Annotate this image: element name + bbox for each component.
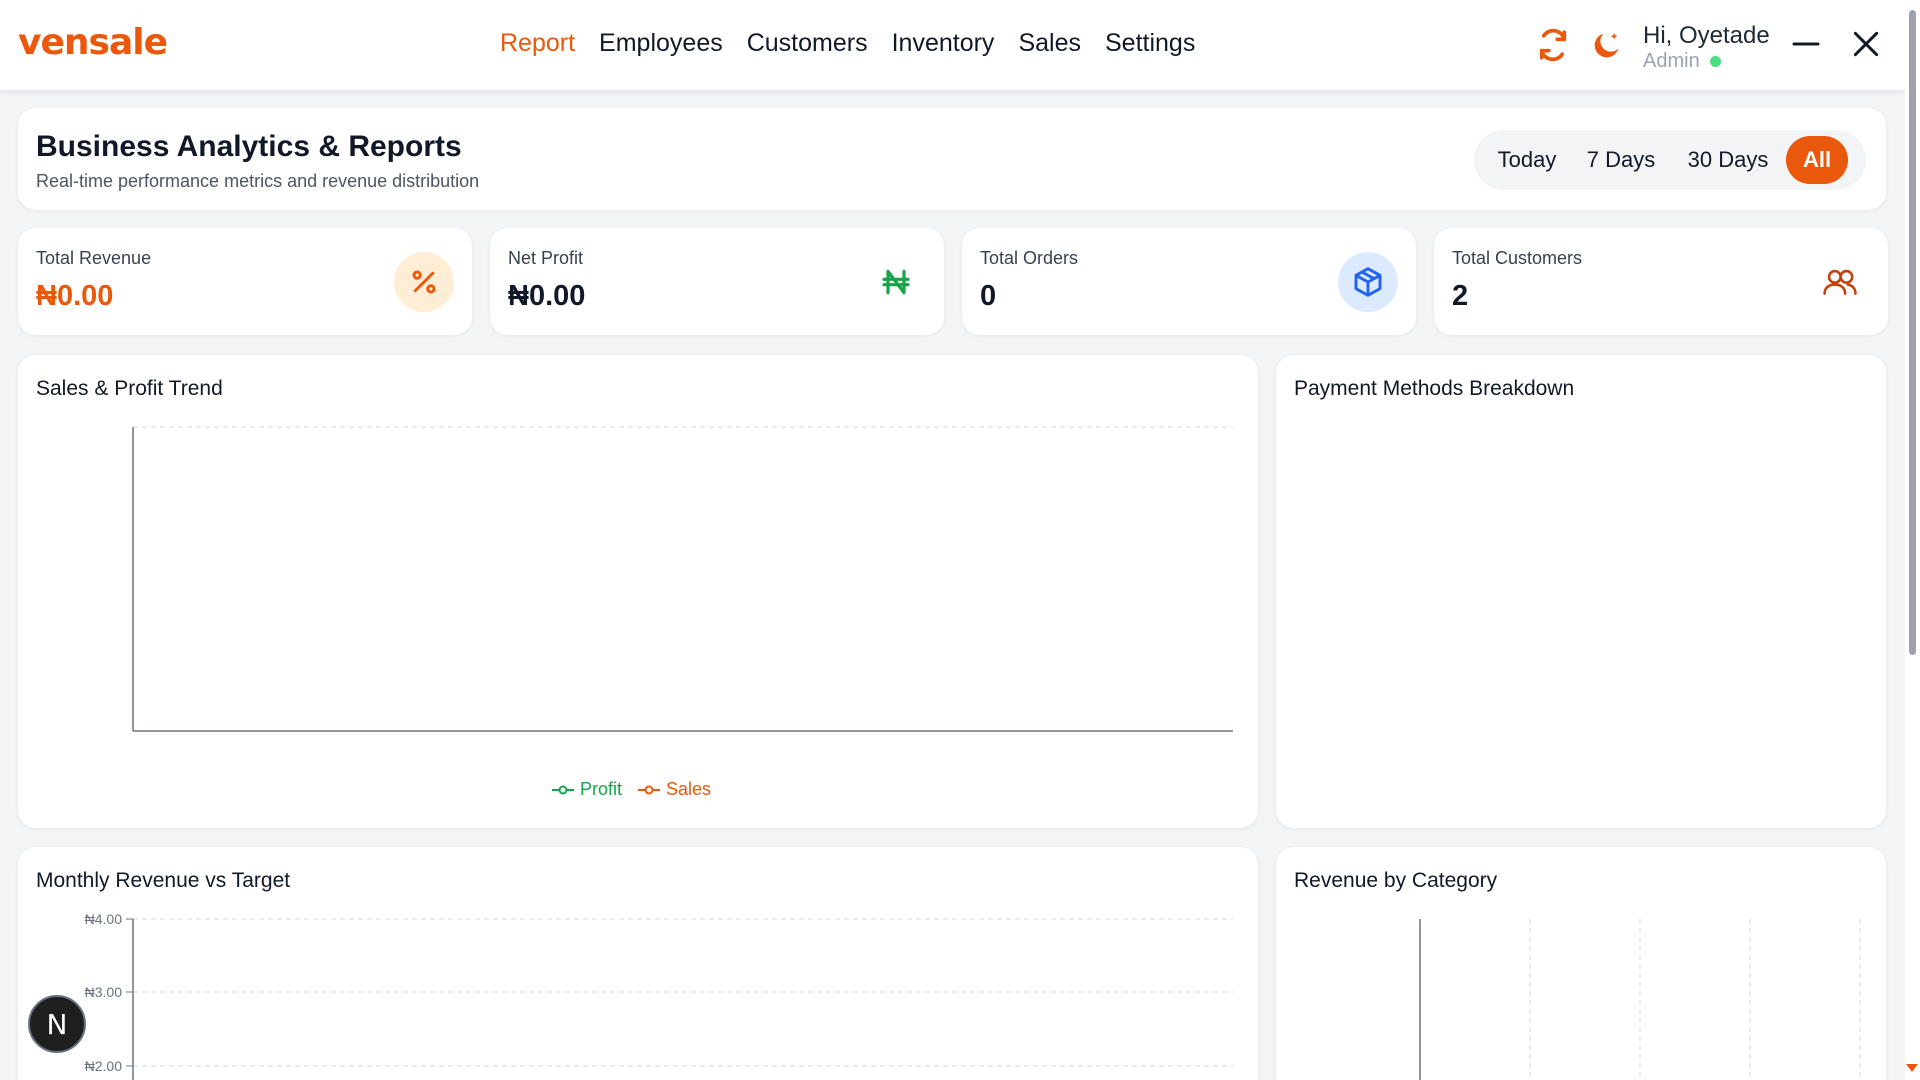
stat-label: Total Customers — [1452, 248, 1583, 268]
profit-legend-marker — [552, 785, 574, 794]
range-all-button[interactable]: All — [1786, 136, 1848, 184]
y-tick-label: ₦4.00 — [85, 911, 123, 927]
range-today-button[interactable]: Today — [1484, 136, 1570, 184]
stat-card-total-customers: Total Customers 2 — [1434, 228, 1888, 335]
minimize-icon[interactable] — [1790, 28, 1822, 60]
legend-label: Sales — [666, 779, 712, 799]
page-subtitle: Real-time performance metrics and revenu… — [36, 171, 480, 191]
category-revenue-chart — [1419, 919, 1861, 1080]
sales-trend-chart — [132, 426, 1233, 732]
percent-icon — [394, 252, 454, 312]
scroll-down-arrow[interactable] — [1906, 1064, 1918, 1072]
user-role-row: Admin — [1643, 50, 1770, 73]
legend-item-sales[interactable]: Sales — [638, 779, 711, 800]
y-tick-label: ₦3.00 — [85, 984, 123, 1000]
stat-card-total-orders: Total Orders 0 — [962, 228, 1416, 335]
close-icon[interactable] — [1850, 28, 1882, 60]
stat-value: ₦0.00 — [36, 280, 114, 312]
stat-value: 0 — [980, 280, 997, 312]
stat-label: Total Revenue — [36, 248, 152, 268]
revenue-by-category-card: Revenue by Category — [1276, 847, 1886, 1080]
nav-item-employees[interactable]: Employees — [599, 29, 723, 58]
stat-value: ₦0.00 — [508, 280, 586, 312]
range-7-days-button[interactable]: 7 Days — [1576, 136, 1666, 184]
refresh-icon[interactable] — [1536, 28, 1570, 62]
user-role: Admin — [1643, 50, 1700, 72]
legend-label: Profit — [580, 779, 623, 799]
users-icon — [1810, 252, 1870, 312]
stat-value: 2 — [1452, 280, 1469, 312]
stat-label: Net Profit — [508, 248, 584, 268]
page-title: Business Analytics & Reports — [36, 130, 462, 163]
nav-item-settings[interactable]: Settings — [1105, 29, 1195, 58]
stat-card-total-revenue: Total Revenue ₦0.00 — [18, 228, 472, 335]
stat-card-net-profit: Net Profit ₦0.00 — [490, 228, 944, 335]
chart-legend: Profit Sales — [552, 779, 711, 800]
stat-label: Total Orders — [980, 248, 1079, 268]
legend-item-profit[interactable]: Profit — [552, 779, 622, 800]
nav-item-sales[interactable]: Sales — [1018, 29, 1081, 58]
sales-legend-marker — [638, 785, 661, 794]
naira-icon — [866, 252, 926, 312]
payment-methods-card: Payment Methods Breakdown — [1276, 355, 1886, 828]
box-icon — [1338, 252, 1398, 312]
sales-profit-trend-card: Sales & Profit Trend Profit Sales — [18, 355, 1258, 828]
nav-item-customers[interactable]: Customers — [747, 29, 868, 58]
monthly-revenue-card: Monthly Revenue vs Target ₦4.00 ₦3.00 ₦2… — [18, 847, 1258, 1080]
report-header-card: Business Analytics & Reports Real-time p… — [18, 108, 1886, 210]
floating-action-button[interactable]: N — [28, 995, 86, 1053]
top-navigation-bar: vensale Report Employees Customers Inven… — [0, 0, 1905, 90]
date-range-selector: Today 7 Days 30 Days All — [1474, 130, 1866, 190]
moon-icon[interactable] — [1590, 28, 1624, 62]
monthly-revenue-chart: ₦4.00 ₦3.00 ₦2.00 — [85, 911, 1233, 1080]
online-status-dot — [1709, 56, 1721, 67]
user-greeting: Hi, Oyetade — [1643, 22, 1770, 49]
main-nav: Report Employees Customers Inventory Sal… — [500, 29, 1195, 58]
app-logo[interactable]: vensale — [18, 22, 168, 63]
user-profile[interactable]: Hi, Oyetade Admin — [1643, 22, 1770, 73]
y-tick-label: ₦2.00 — [85, 1058, 123, 1074]
scrollbar-thumb[interactable] — [1909, 10, 1916, 655]
nav-item-inventory[interactable]: Inventory — [892, 29, 995, 58]
range-30-days-button[interactable]: 30 Days — [1672, 136, 1784, 184]
nav-item-report[interactable]: Report — [500, 29, 575, 58]
chart-title: Payment Methods Breakdown — [1294, 377, 1575, 400]
